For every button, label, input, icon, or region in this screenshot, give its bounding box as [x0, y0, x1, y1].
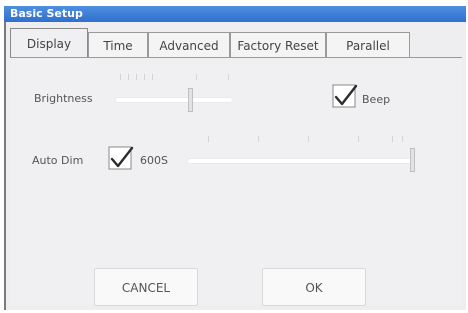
brightness-ticks — [116, 74, 236, 80]
basic-setup-window: Basic Setup Display Time Advanced Factor… — [0, 0, 468, 313]
auto-dim-checkbox[interactable] — [108, 146, 134, 170]
brightness-label: Brightness — [34, 92, 93, 105]
auto-dim-label: Auto Dim — [32, 154, 84, 167]
cancel-button[interactable]: CANCEL — [94, 268, 198, 306]
tab-parallel[interactable]: Parallel — [326, 32, 410, 58]
tab-display[interactable]: Display — [10, 28, 88, 58]
auto-dim-ticks — [188, 136, 418, 142]
auto-dim-value: 600S — [140, 154, 168, 167]
tab-time[interactable]: Time — [88, 32, 148, 58]
brightness-slider-track[interactable] — [116, 98, 232, 102]
tab-advanced[interactable]: Advanced — [148, 32, 230, 58]
window-title: Basic Setup — [4, 6, 466, 22]
tab-strip: Display Time Advanced Factory Reset Para… — [10, 28, 410, 58]
ok-button[interactable]: OK — [262, 268, 366, 306]
auto-dim-slider-track[interactable] — [188, 159, 412, 163]
auto-dim-slider-thumb[interactable] — [410, 148, 415, 172]
beep-label: Beep — [362, 93, 391, 106]
tab-factory-reset[interactable]: Factory Reset — [230, 32, 326, 58]
brightness-slider-thumb[interactable] — [188, 88, 193, 112]
beep-checkbox[interactable] — [332, 84, 358, 108]
